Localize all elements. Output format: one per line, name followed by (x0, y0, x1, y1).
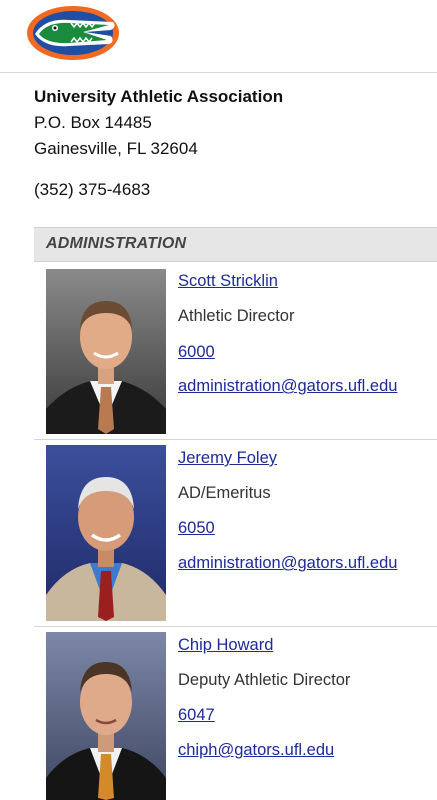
staff-extension-link[interactable]: 6050 (178, 517, 215, 539)
gator-logo-icon[interactable] (25, 4, 121, 62)
address-line-1: P.O. Box 14485 (34, 113, 152, 132)
staff-photo (46, 445, 166, 621)
staff-title: Deputy Athletic Director (178, 671, 351, 689)
staff-title: AD/Emeritus (178, 484, 271, 502)
staff-email-link[interactable]: chiph@gators.ufl.edu (178, 739, 334, 761)
staff-email-link[interactable]: administration@gators.ufl.edu (178, 552, 397, 574)
organization-name: University Athletic Association (34, 87, 284, 106)
staff-extension-link[interactable]: 6000 (178, 341, 215, 363)
staff-photo (46, 632, 166, 800)
staff-title: Athletic Director (178, 307, 295, 325)
staff-name-link[interactable]: Jeremy Foley (178, 447, 277, 469)
staff-name-link[interactable]: Scott Stricklin (178, 270, 278, 292)
organization-phone: (352) 375-4683 (34, 180, 151, 199)
organization-info: University Athletic Association P.O. Box… (34, 84, 424, 162)
staff-entry: Scott Stricklin Athletic Director 6000 a… (34, 263, 437, 440)
section-header-administration: ADMINISTRATION (34, 227, 437, 262)
staff-photo (46, 269, 166, 434)
header (0, 0, 437, 73)
address-line-2: Gainesville, FL 32604 (34, 139, 198, 158)
staff-email-link[interactable]: administration@gators.ufl.edu (178, 375, 397, 397)
section-title: ADMINISTRATION (46, 235, 187, 252)
staff-extension-link[interactable]: 6047 (178, 704, 215, 726)
staff-entry: Jeremy Foley AD/Emeritus 6050 administra… (34, 440, 437, 627)
staff-name-link[interactable]: Chip Howard (178, 634, 273, 656)
staff-entry: Chip Howard Deputy Athletic Director 604… (34, 627, 437, 800)
